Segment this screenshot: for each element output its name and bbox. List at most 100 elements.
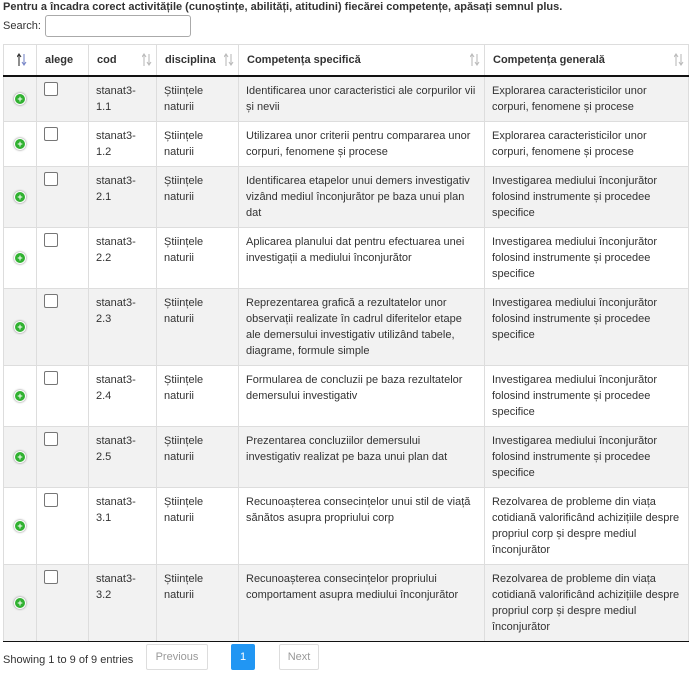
sort-icon bbox=[674, 53, 684, 66]
next-page-button[interactable]: Next bbox=[279, 644, 319, 670]
expand-cell[interactable]: + bbox=[3, 486, 37, 565]
table-row: + stanat3-2.3 Științele naturii Reprezentar… bbox=[3, 287, 689, 366]
table-row: + stanat3-2.5 Științele naturii Prezentarea… bbox=[3, 425, 689, 488]
competenta-generala-cell: Rezolvarea de probleme din viața cotidia… bbox=[484, 563, 689, 642]
expand-cell[interactable]: + bbox=[3, 425, 37, 488]
competenta-generala-cell: Investigarea mediului înconjurător folos… bbox=[484, 425, 689, 488]
select-checkbox[interactable] bbox=[44, 431, 58, 446]
select-cell bbox=[36, 165, 89, 228]
table-body: + stanat3-1.1 Științele naturii Identificar… bbox=[3, 75, 689, 642]
disciplina-cell: Științele naturii bbox=[156, 165, 239, 228]
select-checkbox[interactable] bbox=[44, 81, 58, 96]
select-cell bbox=[36, 120, 89, 167]
select-cell bbox=[36, 563, 89, 642]
plus-icon[interactable]: + bbox=[14, 389, 26, 402]
plus-icon[interactable]: + bbox=[14, 320, 26, 333]
competenta-specifica-cell: Formularea de concluzii pe baza rezultat… bbox=[238, 364, 485, 427]
page-1-button[interactable]: 1 bbox=[231, 644, 255, 670]
select-checkbox[interactable] bbox=[44, 492, 58, 507]
col-header-disciplina[interactable]: disciplina bbox=[156, 44, 239, 77]
competenta-generala-cell: Explorarea caracteristicilor unor corpur… bbox=[484, 120, 689, 167]
sort-icon bbox=[470, 53, 480, 66]
select-checkbox[interactable] bbox=[44, 569, 58, 584]
competencies-table: alege cod disciplina Competența specific… bbox=[3, 44, 689, 642]
competenta-specifica-cell: Prezentarea concluziilor demersului inve… bbox=[238, 425, 485, 488]
instruction-text: Pentru a încadra corect activitățile (cu… bbox=[3, 1, 563, 13]
table-row: + stanat3-2.4 Științele naturii Formularea … bbox=[3, 364, 689, 427]
select-cell bbox=[36, 425, 89, 488]
table-row: + stanat3-2.1 Științele naturii Identificar… bbox=[3, 165, 689, 228]
expand-cell[interactable]: + bbox=[3, 120, 37, 167]
col-header-competenta-specifica[interactable]: Competența specifică bbox=[238, 44, 485, 77]
disciplina-cell: Științele naturii bbox=[156, 75, 239, 122]
competenta-specifica-cell: Reprezentarea grafică a rezultatelor uno… bbox=[238, 287, 485, 366]
previous-page-button[interactable]: Previous bbox=[146, 644, 208, 670]
competenta-generala-cell: Investigarea mediului înconjurător folos… bbox=[484, 226, 689, 289]
expand-cell[interactable]: + bbox=[3, 364, 37, 427]
competenta-specifica-cell: Recunoașterea consecințelor propriului c… bbox=[238, 563, 485, 642]
select-cell bbox=[36, 226, 89, 289]
col-header-competenta-generala[interactable]: Competența generală bbox=[484, 44, 689, 77]
plus-icon[interactable]: + bbox=[14, 450, 26, 463]
disciplina-cell: Științele naturii bbox=[156, 364, 239, 427]
cod-cell: stanat3-3.2 bbox=[88, 563, 157, 642]
disciplina-cell: Științele naturii bbox=[156, 425, 239, 488]
col-header-expand[interactable] bbox=[3, 44, 37, 77]
table-row: + stanat3-3.2 Științele naturii Recunoașter… bbox=[3, 563, 689, 642]
expand-cell[interactable]: + bbox=[3, 75, 37, 122]
sort-icon bbox=[142, 53, 152, 66]
select-checkbox[interactable] bbox=[44, 370, 58, 385]
cod-cell: stanat3-1.1 bbox=[88, 75, 157, 122]
select-cell bbox=[36, 486, 89, 565]
disciplina-cell: Științele naturii bbox=[156, 563, 239, 642]
cod-cell: stanat3-1.2 bbox=[88, 120, 157, 167]
competenta-generala-cell: Investigarea mediului înconjurător folos… bbox=[484, 287, 689, 366]
table-header-row: alege cod disciplina Competența specific… bbox=[3, 44, 689, 77]
disciplina-cell: Științele naturii bbox=[156, 287, 239, 366]
expand-cell[interactable]: + bbox=[3, 226, 37, 289]
cod-cell: stanat3-2.3 bbox=[88, 287, 157, 366]
select-cell bbox=[36, 75, 89, 122]
expand-cell[interactable]: + bbox=[3, 563, 37, 642]
plus-icon[interactable]: + bbox=[14, 92, 26, 105]
search-input[interactable] bbox=[44, 15, 191, 37]
plus-icon[interactable]: + bbox=[14, 251, 26, 264]
cod-cell: stanat3-2.4 bbox=[88, 364, 157, 427]
table-row: + stanat3-1.2 Științele naturii Utilizarea … bbox=[3, 120, 689, 167]
sort-asc-icon bbox=[17, 53, 27, 66]
col-header-alege[interactable]: alege bbox=[36, 44, 89, 77]
plus-icon[interactable]: + bbox=[14, 190, 26, 203]
search-bar: Search: bbox=[3, 13, 191, 39]
plus-icon[interactable]: + bbox=[14, 137, 26, 150]
competenta-specifica-cell: Recunoașterea consecințelor unui stil de… bbox=[238, 486, 485, 565]
cod-cell: stanat3-2.1 bbox=[88, 165, 157, 228]
select-checkbox[interactable] bbox=[44, 126, 58, 141]
entries-info: Showing 1 to 9 of 9 entries bbox=[3, 654, 134, 666]
select-checkbox[interactable] bbox=[44, 171, 58, 186]
sort-icon bbox=[224, 53, 234, 66]
expand-cell[interactable]: + bbox=[3, 287, 37, 366]
competenta-generala-cell: Rezolvarea de probleme din viața cotidia… bbox=[484, 486, 689, 565]
table-row: + stanat3-1.1 Științele naturii Identificar… bbox=[3, 75, 689, 122]
cod-cell: stanat3-2.5 bbox=[88, 425, 157, 488]
competenta-generala-cell: Explorarea caracteristicilor unor corpur… bbox=[484, 75, 689, 122]
competenta-generala-cell: Investigarea mediului înconjurător folos… bbox=[484, 165, 689, 228]
table-row: + stanat3-3.1 Științele naturii Recunoașter… bbox=[3, 486, 689, 565]
table-row: + stanat3-2.2 Științele naturii Aplicarea p… bbox=[3, 226, 689, 289]
plus-icon[interactable]: + bbox=[14, 519, 26, 532]
competenta-generala-cell: Investigarea mediului înconjurător folos… bbox=[484, 364, 689, 427]
select-checkbox[interactable] bbox=[44, 232, 58, 247]
disciplina-cell: Științele naturii bbox=[156, 486, 239, 565]
disciplina-cell: Științele naturii bbox=[156, 226, 239, 289]
search-label: Search: bbox=[3, 20, 41, 32]
competenta-specifica-cell: Identificarea etapelor unui demers inves… bbox=[238, 165, 485, 228]
cod-cell: stanat3-3.1 bbox=[88, 486, 157, 565]
select-checkbox[interactable] bbox=[44, 293, 58, 308]
expand-cell[interactable]: + bbox=[3, 165, 37, 228]
competenta-specifica-cell: Aplicarea planului dat pentru efectuarea… bbox=[238, 226, 485, 289]
cod-cell: stanat3-2.2 bbox=[88, 226, 157, 289]
select-cell bbox=[36, 287, 89, 366]
col-header-cod[interactable]: cod bbox=[88, 44, 157, 77]
plus-icon[interactable]: + bbox=[14, 596, 26, 609]
competenta-specifica-cell: Utilizarea unor criterii pentru comparar… bbox=[238, 120, 485, 167]
